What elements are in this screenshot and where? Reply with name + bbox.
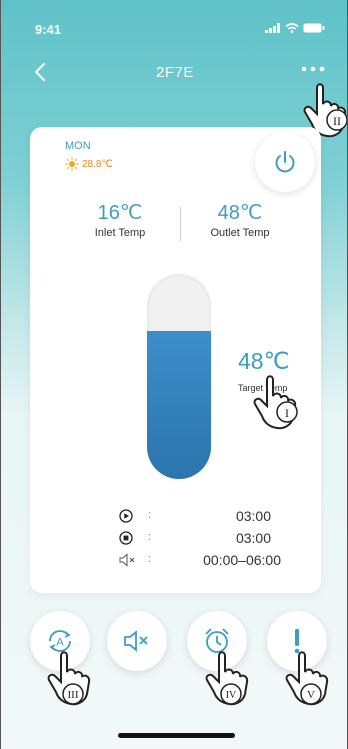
app-screen: 9:41 2F7E II MON 28.8℃ 16℃ Inlet Temp 48… [0,0,348,749]
signal-icon [265,23,280,33]
play-icon [119,509,133,523]
speaker-mute-icon [124,630,148,652]
schedule-colon: : [148,553,152,565]
target-temp-value[interactable]: 48℃ [238,348,289,375]
power-icon [275,151,295,173]
schedule-mute-value: 00:00–06:00 [203,552,281,568]
schedule-row-stop: : 03:00 [30,529,321,549]
outlet-temp-label: Outlet Temp [210,227,270,239]
schedule-colon: : [148,509,152,521]
marker-ii-label: II [333,114,341,128]
status-icons [265,23,325,33]
status-card: MON 28.8℃ 16℃ Inlet Temp 48℃ Outlet Temp… [30,127,321,593]
sun-icon [65,157,79,171]
schedule-stop-value: 03:00 [235,530,271,546]
schedule-row-mute: : 00:00–06:00 [30,551,321,571]
mute-icon [119,553,135,567]
pointing-hand-marker-v: V [285,651,329,706]
more-icon[interactable] [301,66,325,72]
pointing-hand-marker-iv: IV [205,651,249,706]
stop-icon [119,531,133,545]
mute-button[interactable] [107,611,167,671]
weekday-label: MON [65,140,91,152]
marker-v-label: V [307,689,315,701]
pointing-hand-marker-i: I [253,375,298,430]
power-button[interactable] [255,132,315,192]
marker-iv-label: IV [226,690,237,701]
battery-icon [303,23,325,33]
status-time: 9:41 [35,22,62,37]
schedule-colon: : [148,531,152,543]
home-indicator [118,733,235,738]
outlet-temp-value: 48℃ [217,202,263,224]
inlet-temp-label: Inlet Temp [94,227,146,239]
tank-water-level [147,331,211,479]
weather-temp: 28.8℃ [82,158,113,170]
marker-iii-label: III [68,689,79,701]
outlet-temp-block: 48℃ Outlet Temp [180,200,300,239]
weather-row: 28.8℃ [65,157,113,171]
schedule-start-value: 03:00 [235,508,271,524]
inlet-temp-block: 16℃ Inlet Temp [60,200,180,239]
wifi-icon [285,23,299,33]
schedule-row-start: : 03:00 [30,507,321,527]
pointing-hand-marker-iii: III [47,651,91,706]
water-tank-gauge [147,274,211,479]
inlet-temp-value: 16℃ [97,202,143,224]
marker-i-label: I [285,406,289,420]
svg-text:A: A [56,637,64,649]
page-title: 2F7E [156,64,194,81]
